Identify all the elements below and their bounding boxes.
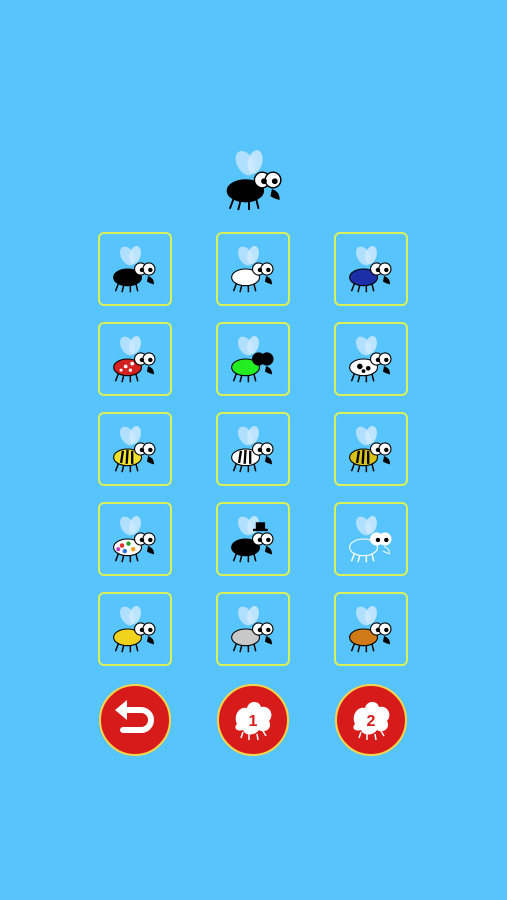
- fly-white-icon: [231, 245, 274, 293]
- splat-two-label: 2: [367, 713, 376, 730]
- skin-option-silver[interactable]: [216, 592, 290, 666]
- skin-option-bee-white[interactable]: [216, 412, 290, 486]
- skin-option-top-hat[interactable]: [216, 502, 290, 576]
- skin-option-dalmatian[interactable]: [334, 322, 408, 396]
- fly-confetti-icon: [113, 515, 156, 563]
- fly-silver-icon: [231, 605, 274, 653]
- fly-bee-yellow-icon: [113, 425, 156, 473]
- skin-option-bee-yellow[interactable]: [98, 412, 172, 486]
- skin-option-yellow[interactable]: [98, 592, 172, 666]
- splat-one-label: 1: [249, 713, 258, 730]
- fly-bee-gold-icon: [349, 425, 392, 473]
- fly-orange-icon: [349, 605, 392, 653]
- skin-option-green[interactable]: [216, 322, 290, 396]
- fly-green-icon: [231, 335, 274, 383]
- fly-bee-white-icon: [231, 425, 274, 473]
- skin-option-blue[interactable]: [334, 232, 408, 306]
- skin-option-ladybug[interactable]: [98, 322, 172, 396]
- fly-blue-icon: [349, 245, 392, 293]
- splat-one-icon: 1: [235, 701, 272, 741]
- fly-black-icon: [113, 245, 156, 293]
- two-player-button[interactable]: 2: [335, 684, 407, 756]
- fly-dalmatian-icon: [349, 335, 392, 383]
- skin-option-ghost-outline[interactable]: [334, 502, 408, 576]
- skin-option-black[interactable]: [98, 232, 172, 306]
- selected-fly-preview: [219, 146, 291, 214]
- fly-top-hat-icon: [231, 515, 274, 563]
- splat-two-icon: 2: [353, 701, 390, 741]
- fly-yellow-icon: [113, 605, 156, 653]
- skin-option-bee-gold[interactable]: [334, 412, 408, 486]
- skin-grid: [98, 232, 410, 668]
- back-arrow-icon: [115, 700, 154, 733]
- skin-option-confetti[interactable]: [98, 502, 172, 576]
- skin-option-white[interactable]: [216, 232, 290, 306]
- skin-option-orange[interactable]: [334, 592, 408, 666]
- back-button[interactable]: [99, 684, 171, 756]
- fly-ghost-outline-icon: [349, 515, 392, 563]
- fly-icon: [226, 150, 282, 211]
- one-player-button[interactable]: 1: [217, 684, 289, 756]
- fly-ladybug-icon: [113, 335, 156, 383]
